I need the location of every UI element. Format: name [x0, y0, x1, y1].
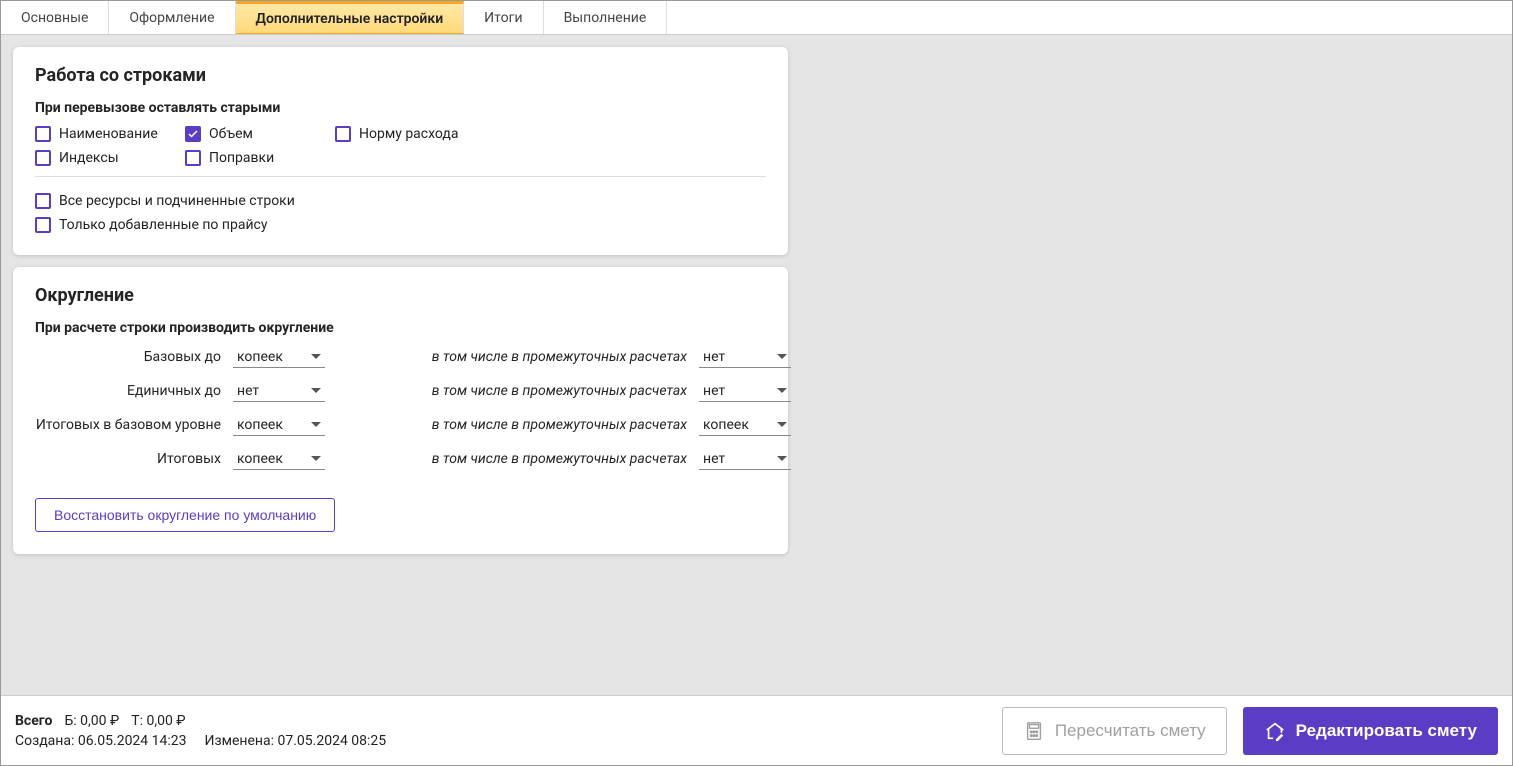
select-base-inter[interactable]: нет: [699, 346, 791, 368]
check-grid: Наименование Объем Норму расхода Индексы…: [35, 126, 766, 166]
panel-rounding: Округление При расчете строки производит…: [13, 267, 788, 554]
modified-info: Изменена: 07.05.2024 08:25: [205, 733, 387, 749]
row-label: Единичных до: [35, 383, 225, 399]
button-label: Пересчитать смету: [1055, 721, 1206, 741]
chevron-down-icon: [777, 456, 787, 461]
check-label: Индексы: [59, 150, 119, 166]
tab-design[interactable]: Оформление: [109, 1, 235, 34]
select-value: нет: [703, 451, 725, 467]
check-corrections[interactable]: Поправки: [185, 150, 335, 166]
panel-title: Работа со строками: [35, 65, 766, 86]
checkbox-icon: [35, 126, 51, 142]
select-value: нет: [703, 383, 725, 399]
row-label: Итоговых: [35, 451, 225, 467]
intermediate-label: в том числе в промежуточных расчетах: [341, 349, 691, 365]
row-label: Базовых до: [35, 349, 225, 365]
footer-bar: Всего Б: 0,00 ₽ Т: 0,00 ₽ Создана: 06.05…: [1, 695, 1512, 765]
row-label: Итоговых в базовом уровне: [35, 417, 225, 433]
select-unit-inter[interactable]: нет: [699, 380, 791, 402]
panel-row-work: Работа со строками При перевызове оставл…: [13, 47, 788, 255]
tab-additional-settings[interactable]: Дополнительные настройки: [236, 1, 465, 34]
check-norm[interactable]: Норму расхода: [335, 126, 766, 142]
check-name[interactable]: Наименование: [35, 126, 185, 142]
chevron-down-icon: [311, 422, 321, 427]
check-label: Норму расхода: [359, 126, 458, 142]
chevron-down-icon: [311, 388, 321, 393]
check-label: Объем: [209, 126, 253, 142]
tab-bar: Основные Оформление Дополнительные настр…: [1, 1, 1512, 35]
total-label: Всего: [15, 713, 52, 729]
checkbox-icon: [185, 150, 201, 166]
select-value: копеек: [237, 451, 283, 467]
select-value: копеек: [237, 417, 283, 433]
check-label: Наименование: [59, 126, 158, 142]
panel-subtitle: При перевызове оставлять старыми: [35, 100, 766, 116]
select-base[interactable]: копеек: [233, 346, 325, 368]
tab-totals[interactable]: Итоги: [464, 1, 543, 34]
base-total: Б: 0,00 ₽: [64, 713, 119, 729]
edit-estimate-button[interactable]: Редактировать смету: [1243, 707, 1498, 755]
button-label: Редактировать смету: [1296, 721, 1477, 741]
checkbox-icon: [35, 193, 51, 209]
recalculate-button[interactable]: Пересчитать смету: [1002, 707, 1227, 755]
panel-subtitle: При расчете строки производить округлени…: [35, 320, 766, 336]
select-total-base-inter[interactable]: копеек: [699, 414, 791, 436]
intermediate-label: в том числе в промежуточных расчетах: [341, 417, 691, 433]
tab-main[interactable]: Основные: [1, 1, 109, 34]
calculator-icon: [1023, 720, 1045, 742]
divider: [35, 176, 766, 177]
intermediate-label: в том числе в промежуточных расчетах: [341, 451, 691, 467]
checkbox-icon: [185, 126, 201, 142]
tab-execution[interactable]: Выполнение: [544, 1, 668, 34]
tab-label: Основные: [21, 10, 88, 26]
tab-label: Оформление: [129, 10, 214, 26]
check-all-resources[interactable]: Все ресурсы и подчиненные строки: [35, 193, 766, 209]
chevron-down-icon: [777, 388, 787, 393]
checkbox-icon: [35, 217, 51, 233]
select-value: копеек: [703, 417, 749, 433]
select-value: нет: [703, 349, 725, 365]
check-label: Поправки: [209, 150, 274, 166]
select-total-base[interactable]: копеек: [233, 414, 325, 436]
check-label: Только добавленные по прайсу: [59, 217, 267, 233]
house-edit-icon: [1264, 720, 1286, 742]
select-total[interactable]: копеек: [233, 448, 325, 470]
footer-info: Всего Б: 0,00 ₽ Т: 0,00 ₽ Создана: 06.05…: [15, 713, 386, 749]
content-area: Работа со строками При перевызове оставл…: [1, 35, 1512, 695]
select-total-inter[interactable]: нет: [699, 448, 791, 470]
select-unit[interactable]: нет: [233, 380, 325, 402]
chevron-down-icon: [777, 354, 787, 359]
tab-label: Дополнительные настройки: [256, 11, 444, 27]
check-volume[interactable]: Объем: [185, 126, 335, 142]
restore-defaults-button[interactable]: Восстановить округление по умолчанию: [35, 498, 335, 532]
checkbox-icon: [35, 150, 51, 166]
chevron-down-icon: [311, 354, 321, 359]
created-info: Создана: 06.05.2024 14:23: [15, 733, 187, 749]
current-total: Т: 0,00 ₽: [131, 713, 185, 729]
select-value: нет: [237, 383, 259, 399]
intermediate-label: в том числе в промежуточных расчетах: [341, 383, 691, 399]
check-label: Все ресурсы и подчиненные строки: [59, 193, 295, 209]
chevron-down-icon: [777, 422, 787, 427]
checkbox-icon: [335, 126, 351, 142]
check-only-price[interactable]: Только добавленные по прайсу: [35, 217, 766, 233]
panel-title: Округление: [35, 285, 766, 306]
tab-label: Итоги: [484, 10, 522, 26]
check-indexes[interactable]: Индексы: [35, 150, 185, 166]
extra-check-list: Все ресурсы и подчиненные строки Только …: [35, 183, 766, 233]
tab-label: Выполнение: [564, 10, 647, 26]
chevron-down-icon: [311, 456, 321, 461]
select-value: копеек: [237, 349, 283, 365]
rounding-grid: Базовых до копеек в том числе в промежут…: [35, 346, 766, 470]
